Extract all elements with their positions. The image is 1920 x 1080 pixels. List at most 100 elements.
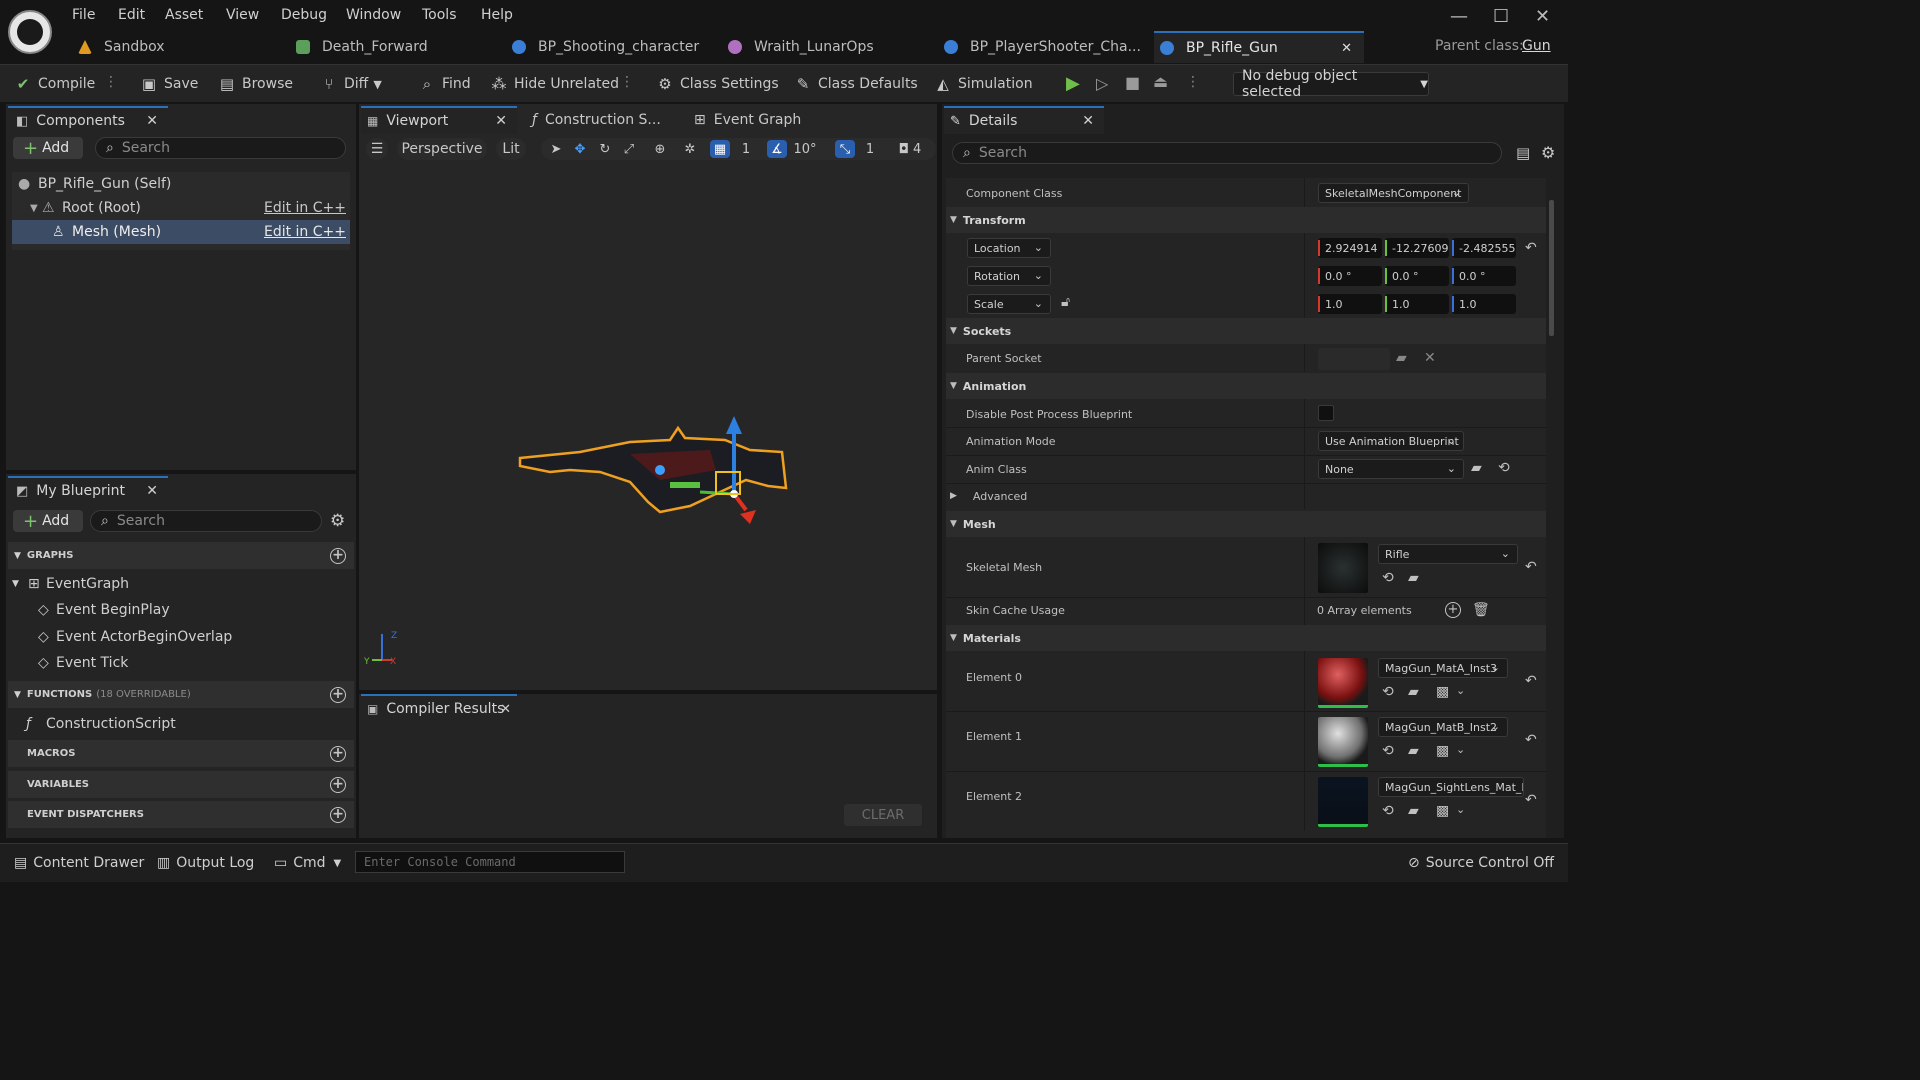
save-button[interactable]: ▣ Save [140, 73, 198, 95]
select-icon[interactable]: ➤ [546, 140, 566, 158]
minimize-icon[interactable]: — [1450, 6, 1468, 27]
table-view-icon[interactable]: ▤ [1516, 144, 1530, 162]
class-settings-button[interactable]: ⚙ Class Settings [656, 73, 778, 95]
browse-button[interactable]: ▤ Browse [218, 73, 293, 95]
components-search-input[interactable]: ⌕ Search [95, 137, 346, 159]
close-tab-icon[interactable]: ✕ [495, 113, 507, 129]
close-window-icon[interactable]: ✕ [1535, 6, 1550, 27]
close-tab-icon[interactable]: ✕ [1341, 41, 1352, 56]
material-options-icon[interactable]: ▩ [1436, 743, 1449, 759]
component-class-select[interactable]: SkeletalMeshComponent ⌄ [1318, 183, 1469, 203]
tab-bp-playershooter[interactable]: BP_PlayerShooter_Cha... [938, 31, 1148, 63]
material-select[interactable]: MagGun_MatA_Inst3 ⌄ [1378, 658, 1508, 678]
anim-class-select[interactable]: None ⌄ [1318, 459, 1464, 479]
scale-y-field[interactable]: 1.0 [1385, 294, 1449, 314]
tab-death-forward[interactable]: Death_Forward [290, 31, 490, 63]
skeletal-mesh-thumbnail[interactable] [1318, 543, 1368, 593]
location-y-field[interactable]: -12.27609 [1385, 238, 1449, 258]
menu-tools[interactable]: Tools [422, 7, 457, 23]
material-select[interactable]: MagGun_SightLens_Mat_Inst [1378, 777, 1524, 797]
tab-my-blueprint[interactable]: ◩ My Blueprint ✕ [8, 476, 168, 504]
gear-icon[interactable]: ⚙ [330, 511, 345, 531]
camera-speed-button[interactable]: ◘ 4 [892, 140, 928, 158]
source-control-button[interactable]: ⊘ Source Control Off [1408, 853, 1554, 873]
tab-bp-shooting-character[interactable]: BP_Shooting_character [506, 31, 716, 63]
mesh-section[interactable]: ▼ Mesh [946, 511, 1546, 537]
scale-mode-select[interactable]: Scale ⌄ [967, 294, 1051, 314]
play-icon[interactable]: ▶ [1066, 73, 1080, 94]
lit-button[interactable]: Lit [496, 138, 526, 160]
more-options-icon[interactable]: ⋮ [620, 74, 634, 94]
lock-icon[interactable]: 🔓︎ [1061, 294, 1070, 310]
menu-asset[interactable]: Asset [165, 7, 203, 23]
tab-wraith-lunarops[interactable]: Wraith_LunarOps [722, 31, 932, 63]
menu-edit[interactable]: Edit [118, 7, 145, 23]
sockets-section[interactable]: ▼ Sockets [946, 318, 1546, 344]
material-options-icon[interactable]: ▩ [1436, 684, 1449, 700]
scale-icon[interactable]: ⤢ [619, 140, 639, 158]
location-mode-select[interactable]: Location ⌄ [967, 238, 1051, 258]
graphs-section-header[interactable]: ▼ GRAPHS + [8, 542, 354, 569]
more-options-icon[interactable]: ⋮ [1186, 74, 1200, 94]
skeletal-mesh-select[interactable]: Rifle ⌄ [1378, 544, 1518, 564]
browse-socket-icon[interactable]: ▰ [1396, 350, 1407, 366]
chevron-down-icon[interactable]: ⌄ [1456, 743, 1465, 756]
macros-section-header[interactable]: MACROS + [8, 740, 354, 767]
browse-asset-icon[interactable]: ▰ [1408, 570, 1419, 586]
grid-snap-icon[interactable]: ▦ [710, 140, 730, 158]
material-thumbnail[interactable] [1318, 717, 1368, 767]
scale-snap-icon[interactable]: ⤡ [835, 140, 855, 158]
parent-socket-field[interactable] [1318, 348, 1390, 370]
debug-object-select[interactable]: No debug object selected ▼ [1233, 68, 1429, 100]
angle-snap-value[interactable]: 10° [793, 140, 817, 158]
transform-section[interactable]: ▼ Transform [946, 207, 1546, 233]
component-mesh[interactable]: ♙ Mesh (Mesh) Edit in C++ [12, 220, 350, 244]
add-component-button[interactable]: + Add [13, 137, 83, 159]
use-selected-icon[interactable]: ⟲ [1382, 803, 1394, 819]
disable-post-process-checkbox[interactable] [1318, 405, 1334, 421]
tab-components[interactable]: ◧ Components ✕ [8, 106, 168, 134]
menu-view[interactable]: View [226, 7, 259, 23]
tab-details[interactable]: ✎ Details ✕ [944, 106, 1104, 134]
dispatchers-section-header[interactable]: EVENT DISPATCHERS + [8, 801, 354, 828]
rotation-y-field[interactable]: 0.0 ° [1385, 266, 1449, 286]
stop-icon[interactable]: ■ [1125, 73, 1140, 92]
console-command-input[interactable]: Enter Console Command [355, 851, 625, 873]
clear-socket-icon[interactable]: ✕ [1424, 350, 1436, 366]
location-x-field[interactable]: 2.924914 [1318, 238, 1382, 258]
browse-asset-icon[interactable]: ▰ [1471, 460, 1482, 476]
add-member-button[interactable]: + Add [13, 510, 83, 532]
component-self[interactable]: ● BP_Rifle_Gun (Self) [12, 172, 350, 196]
grid-snap-value[interactable]: 1 [736, 140, 756, 158]
material-thumbnail[interactable] [1318, 658, 1368, 708]
material-select[interactable]: MagGun_MatB_Inst2 ⌄ [1378, 717, 1508, 737]
simulation-button[interactable]: ◭ Simulation [934, 73, 1032, 95]
tab-construction-script[interactable]: ƒ Construction S... [532, 109, 661, 131]
event-item[interactable]: ◇ Event BeginPlay [12, 598, 350, 622]
unreal-logo-icon[interactable] [8, 10, 52, 54]
browse-asset-icon[interactable]: ▰ [1408, 743, 1419, 759]
scale-x-field[interactable]: 1.0 [1318, 294, 1382, 314]
parent-class-link[interactable]: Gun [1522, 38, 1551, 54]
animation-section[interactable]: ▼ Animation [946, 373, 1546, 399]
tab-compiler-results[interactable]: ▣ Compiler Results ✕ [361, 694, 517, 722]
rotation-mode-select[interactable]: Rotation ⌄ [967, 266, 1051, 286]
surface-snap-icon[interactable]: ✲ [680, 140, 700, 158]
scale-z-field[interactable]: 1.0 [1452, 294, 1516, 314]
use-selected-icon[interactable]: ⟲ [1498, 460, 1510, 476]
tab-sandbox[interactable]: Sandbox [72, 31, 272, 63]
hide-unrelated-button[interactable]: ⁂ Hide Unrelated [490, 73, 620, 95]
menu-file[interactable]: File [72, 7, 95, 23]
tab-event-graph[interactable]: ⊞ Event Graph [694, 109, 801, 131]
my-blueprint-search-input[interactable]: ⌕ Search [90, 510, 322, 532]
add-dispatcher-icon[interactable]: + [330, 806, 346, 823]
browse-asset-icon[interactable]: ▰ [1408, 684, 1419, 700]
reset-to-default-icon[interactable]: ↶ [1525, 673, 1537, 689]
event-graph-item[interactable]: ▼ ⊞ EventGraph [12, 572, 350, 596]
variables-section-header[interactable]: VARIABLES + [8, 771, 354, 798]
close-tab-icon[interactable]: ✕ [146, 113, 158, 129]
output-log-button[interactable]: ▥ Output Log [157, 853, 254, 873]
reset-to-default-icon[interactable]: ↶ [1525, 792, 1537, 808]
more-options-icon[interactable]: ⋮ [104, 74, 118, 94]
edit-in-cpp-link[interactable]: Edit in C++ [264, 224, 346, 240]
